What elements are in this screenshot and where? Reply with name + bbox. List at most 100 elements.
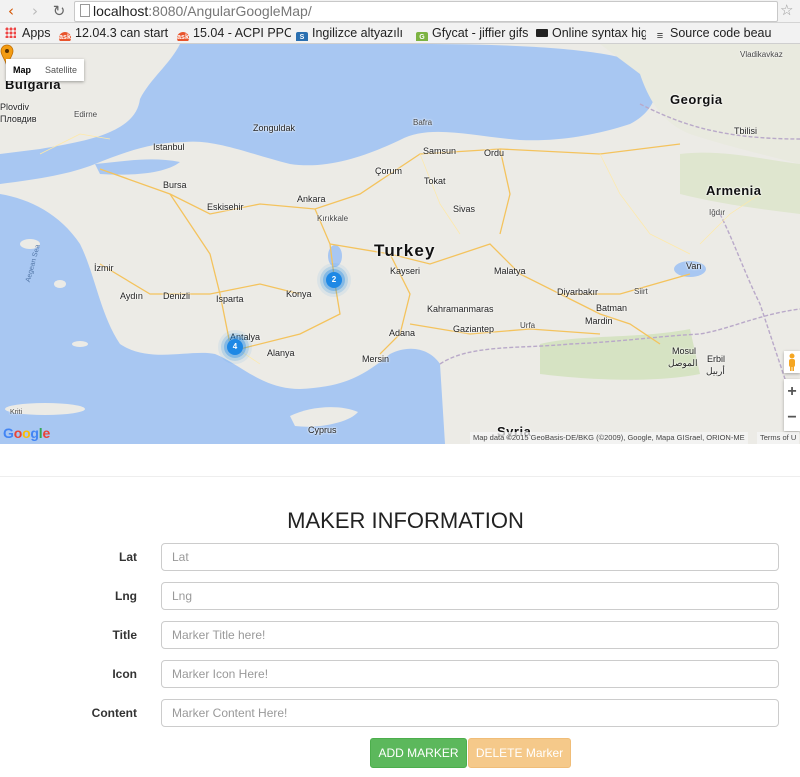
label-batman: Batman — [596, 303, 628, 313]
label-malatya: Malatya — [494, 266, 526, 276]
askubuntu-icon: ask — [59, 32, 71, 41]
apps-icon — [5, 27, 16, 38]
bookmark-label: Ingilizce altyazılı — [312, 26, 404, 40]
label-izmir: İzmir — [94, 263, 114, 273]
list-icon: ≡ — [656, 30, 664, 41]
label-denizli: Denizli — [163, 291, 191, 301]
label-georgia: Georgia — [670, 92, 723, 107]
address-bar[interactable]: localhost:8080/AngularGoogleMap/ — [74, 1, 778, 22]
bookmark-label: Online syntax hig — [552, 26, 646, 40]
marker-cluster[interactable]: 2 — [326, 272, 342, 288]
site-icon: S — [296, 32, 308, 41]
label-mersin: Mersin — [362, 354, 390, 364]
form-title: MAKER INFORMATION — [287, 508, 524, 533]
content-label: Content — [91, 706, 137, 720]
label-samsun: Samsun — [423, 146, 457, 156]
icon-input[interactable] — [161, 660, 779, 688]
label-adana: Adana — [389, 328, 416, 338]
label-erbil: Erbil — [707, 354, 726, 364]
label-mardin: Mardin — [585, 316, 613, 326]
bookmark-label: 12.04.3 can start — [75, 26, 169, 40]
label-ordu: Ordu — [484, 148, 505, 158]
browser-toolbar: ‹ › ↻ localhost:8080/AngularGoogleMap/ ☆ — [0, 0, 800, 23]
label-siirt: Siirt — [634, 287, 648, 296]
content-input[interactable] — [161, 699, 779, 727]
bookmark-item[interactable]: ≡ Source code beau — [654, 25, 800, 41]
label-mosul-ar: الموصل — [668, 358, 698, 368]
lat-label: Lat — [119, 550, 137, 564]
bookmark-label: Gfycat - jiffier gifs — [432, 26, 528, 40]
bookmark-apps[interactable]: Apps — [5, 25, 53, 41]
label-gaziantep: Gaziantep — [453, 324, 495, 334]
lat-input[interactable] — [161, 543, 779, 571]
bookmark-item[interactable]: ask 12.04.3 can start — [59, 25, 171, 41]
label-diyarbakir: Diyarbakır — [557, 287, 599, 297]
bookmark-item[interactable]: G Gfycat - jiffier gifs — [416, 25, 528, 41]
reload-icon[interactable]: ↻ — [50, 2, 68, 20]
label-eskisehir: Eskisehir — [207, 202, 244, 212]
bookmark-item[interactable]: ask 15.04 - ACPI PPC P — [177, 25, 291, 41]
map-type-satellite-button[interactable]: Satellite — [38, 59, 84, 81]
label-zonguldak: Zonguldak — [253, 123, 296, 133]
map-type-control: Map Satellite — [6, 59, 85, 81]
label-ankara: Ankara — [297, 194, 326, 204]
label-edirne: Edirne — [74, 110, 98, 119]
terminal-icon — [536, 29, 548, 37]
label-van: Van — [686, 261, 702, 271]
zoom-out-button[interactable]: − — [784, 405, 800, 431]
icon-label: Icon — [112, 667, 137, 681]
label-isparta: Isparta — [216, 294, 244, 304]
google-map[interactable]: Bulgaria Plovdiv Пловдив Edirne Istanbul… — [0, 44, 800, 444]
label-erbil-ar: أربيل — [706, 366, 725, 376]
label-istanbul: Istanbul — [153, 142, 185, 152]
google-logo: Google — [3, 425, 51, 441]
label-sivas: Sivas — [453, 204, 476, 214]
label-tbilisi: Tbilisi — [734, 126, 758, 136]
add-marker-button[interactable]: ADD MARKER — [370, 738, 467, 768]
label-igdir: Iğdır — [709, 208, 726, 217]
label-bafra: Bafra — [413, 118, 433, 127]
label-tokat: Tokat — [424, 176, 446, 186]
delete-marker-button[interactable]: DELETE Marker — [468, 738, 571, 768]
divider — [0, 476, 800, 477]
label-urfa: Urfa — [520, 321, 536, 330]
label-alanya: Alanya — [267, 348, 295, 358]
forward-icon[interactable]: › — [26, 2, 44, 20]
title-input[interactable] — [161, 621, 779, 649]
bookmark-label: 15.04 - ACPI PPC P — [193, 26, 291, 40]
gfycat-icon: G — [416, 32, 428, 41]
bookmark-item[interactable]: Online syntax hig — [536, 25, 646, 41]
marker-cluster[interactable]: 4 — [227, 339, 243, 355]
bookmark-label: Source code beau — [670, 26, 772, 40]
back-icon[interactable]: ‹ — [2, 2, 20, 20]
askubuntu-icon: ask — [177, 32, 189, 41]
map-type-map-button[interactable]: Map — [6, 59, 38, 81]
label-plovdiv: Plovdiv — [0, 102, 30, 112]
bookmark-label: Apps — [22, 26, 51, 40]
label-kahramanmaras: Kahramanmaras — [427, 304, 494, 314]
label-kayseri: Kayseri — [390, 266, 421, 276]
lng-input[interactable] — [161, 582, 779, 610]
lng-label: Lng — [115, 589, 137, 603]
pegman-icon[interactable] — [784, 351, 800, 373]
bookmark-star-icon[interactable]: ☆ — [780, 1, 793, 19]
bookmarks-bar: Apps ask 12.04.3 can start ask 15.04 - ACP… — [0, 23, 800, 44]
page-icon — [80, 4, 90, 17]
title-label: Title — [112, 628, 137, 642]
label-armenia: Armenia — [706, 183, 762, 198]
label-corum: Çorum — [375, 166, 403, 176]
map-attribution: Map data ©2015 GeoBasis-DE/BKG (©2009), … — [470, 432, 748, 444]
label-kirikkale: Kırıkkale — [317, 214, 349, 223]
label-mosul: Mosul — [672, 346, 697, 356]
label-konya: Konya — [286, 289, 312, 299]
bookmark-item[interactable]: S Ingilizce altyazılı — [296, 25, 408, 41]
terms-link[interactable]: Terms of U — [757, 432, 800, 444]
label-aydin: Aydın — [120, 291, 143, 301]
label-kriti: Kriti — [10, 409, 23, 416]
label-bursa: Bursa — [163, 180, 187, 190]
url-text[interactable]: localhost:8080/AngularGoogleMap/ — [93, 3, 312, 19]
url-host: localhost — [93, 3, 149, 19]
zoom-control: + − — [784, 379, 800, 431]
label-vladikavkaz: Vladikavkaz — [740, 50, 783, 59]
zoom-in-button[interactable]: + — [784, 379, 800, 405]
